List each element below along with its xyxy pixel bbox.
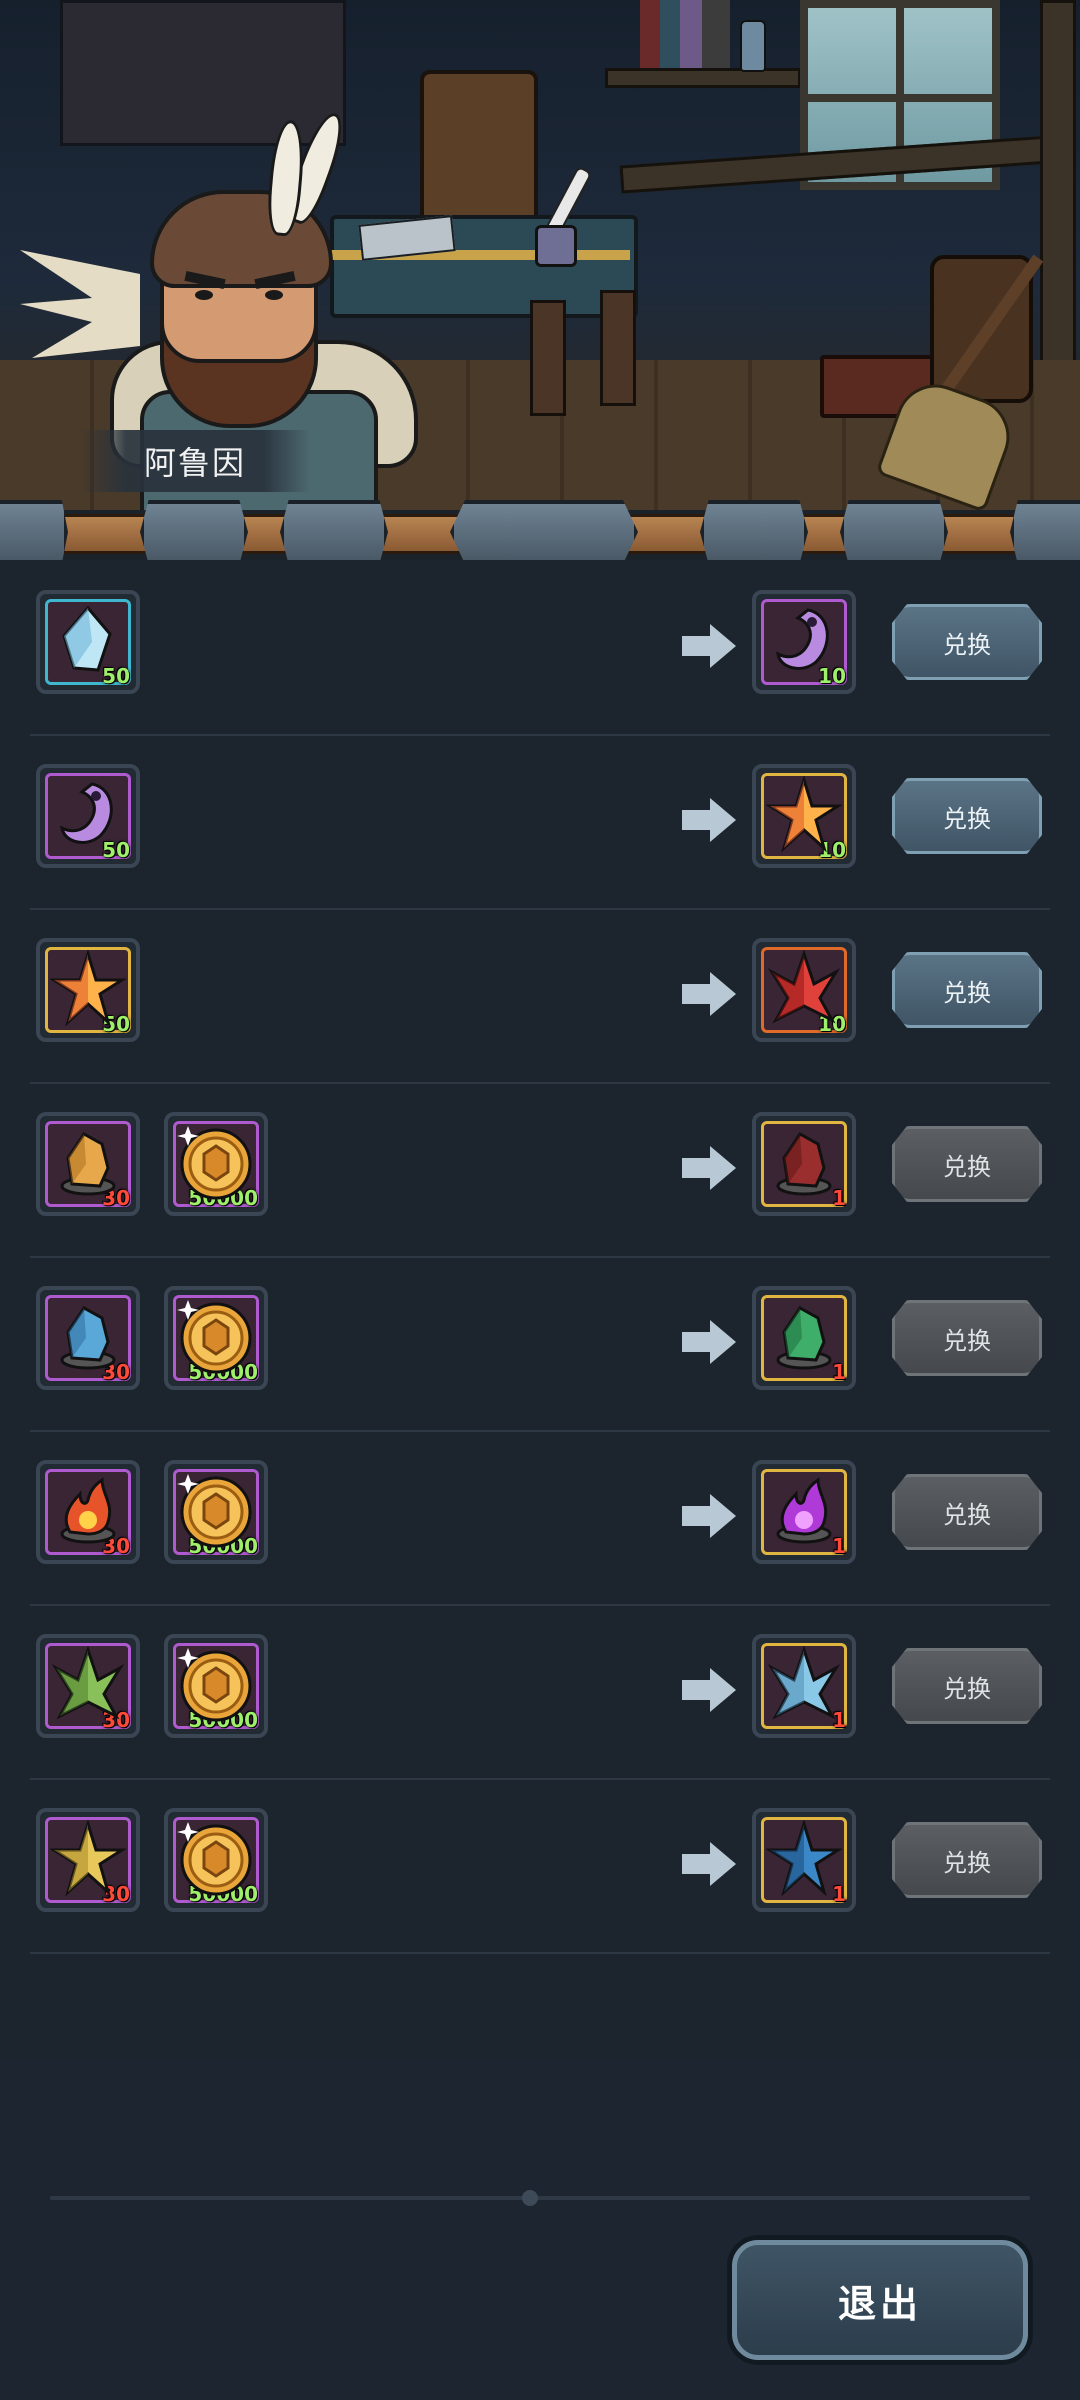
blue-ore-icon: [50, 1298, 126, 1378]
gold-crystal-icon: [764, 774, 844, 856]
desk-leg: [600, 290, 636, 406]
purple-crystal-slot[interactable]: 10: [752, 590, 856, 694]
violet-fire-ore-slot[interactable]: 1: [752, 1460, 856, 1564]
gold-crystal-slot[interactable]: 50: [36, 938, 140, 1042]
violet-fire-ore-icon: [766, 1472, 842, 1552]
gold-crystal-slot[interactable]: 10: [752, 764, 856, 868]
gold-coin-slot[interactable]: 50000: [164, 1808, 268, 1912]
exchange-row: 3050000 1 兑换: [30, 1604, 1050, 1780]
yellow-star-ore-icon: [48, 1818, 128, 1900]
arrow-right-icon: [680, 1144, 738, 1196]
purple-crystal-slot[interactable]: 50: [36, 764, 140, 868]
purple-crystal-icon: [52, 778, 124, 854]
exchange-button[interactable]: 兑换: [892, 1474, 1042, 1550]
fire-ore-slot[interactable]: 30: [36, 1460, 140, 1564]
exchange-row: 50 10 兑换: [30, 908, 1050, 1084]
exchange-button[interactable]: 兑换: [892, 1822, 1042, 1898]
gold-coin-slot[interactable]: 50000: [164, 1286, 268, 1390]
fire-ore-icon: [50, 1472, 126, 1552]
ice-shard-ore-slot[interactable]: 1: [752, 1634, 856, 1738]
npc-scene: 阿鲁因: [0, 0, 1080, 510]
red-crystal-slot[interactable]: 10: [752, 938, 856, 1042]
desk-leg: [530, 300, 566, 416]
exchange-button[interactable]: 兑换: [892, 952, 1042, 1028]
gold-crystal-icon: [48, 948, 128, 1030]
arrow-right-icon: [680, 796, 738, 848]
wall-shelf: [605, 68, 801, 88]
purple-crystal-icon: [768, 604, 840, 680]
exchange-button[interactable]: 兑换: [892, 1648, 1042, 1724]
gold-coin-icon: [174, 1816, 258, 1904]
arrow-right-icon: [680, 1666, 738, 1718]
exchange-row: 3050000 1 兑换: [30, 1082, 1050, 1258]
gold-coin-slot[interactable]: 50000: [164, 1460, 268, 1564]
gold-coin-icon: [174, 1642, 258, 1730]
blue-ore-slot[interactable]: 30: [36, 1286, 140, 1390]
exchange-row: 3050000 1 兑换: [30, 1256, 1050, 1432]
green-shard-ore-slot[interactable]: 30: [36, 1634, 140, 1738]
arrow-right-icon: [680, 970, 738, 1022]
arrow-right-icon: [680, 1840, 738, 1892]
exchange-row: 3050000 1 兑换: [30, 1430, 1050, 1606]
chair: [420, 70, 538, 238]
scrollbar-track[interactable]: [50, 2196, 1030, 2200]
npc-name-plate: 阿鲁因: [80, 430, 310, 492]
exchange-row: 3050000 1 兑换: [30, 1778, 1050, 1954]
blue-star-ore-slot[interactable]: 1: [752, 1808, 856, 1912]
exit-button[interactable]: 退出: [732, 2240, 1028, 2360]
green-shard-ore-icon: [50, 1645, 126, 1726]
yellow-star-ore-slot[interactable]: 30: [36, 1808, 140, 1912]
blue-star-ore-icon: [764, 1818, 844, 1900]
crimson-ore-slot[interactable]: 1: [752, 1112, 856, 1216]
amber-ore-icon: [50, 1124, 126, 1204]
arrow-right-icon: [680, 1318, 738, 1370]
exchange-button[interactable]: 兑换: [892, 1126, 1042, 1202]
green-ore-slot[interactable]: 1: [752, 1286, 856, 1390]
red-crystal-icon: [766, 949, 842, 1030]
gold-coin-slot[interactable]: 50000: [164, 1112, 268, 1216]
scrollbar-thumb[interactable]: [522, 2190, 538, 2206]
inkpot-icon: [535, 225, 577, 267]
gold-coin-icon: [174, 1120, 258, 1208]
green-ore-icon: [766, 1298, 842, 1378]
exchange-button[interactable]: 兑换: [892, 1300, 1042, 1376]
exchange-row: 50 10 兑换: [30, 560, 1050, 736]
exchange-button[interactable]: 兑换: [892, 778, 1042, 854]
blue-crystal-slot[interactable]: 50: [36, 590, 140, 694]
arrow-right-icon: [680, 1492, 738, 1544]
gold-coin-icon: [174, 1468, 258, 1556]
amber-ore-slot[interactable]: 30: [36, 1112, 140, 1216]
bottle-icon: [740, 20, 766, 72]
bookshelf-books: [640, 0, 730, 70]
blue-crystal-icon: [52, 604, 124, 680]
ice-shard-ore-icon: [766, 1645, 842, 1726]
gold-coin-slot[interactable]: 50000: [164, 1634, 268, 1738]
exchange-button[interactable]: 兑换: [892, 604, 1042, 680]
arrow-right-icon: [680, 622, 738, 674]
exchange-row: 50 10 兑换: [30, 734, 1050, 910]
exchange-list[interactable]: 5010兑换5010兑换5010兑换30500001兑换30500001兑换30…: [0, 560, 1080, 2060]
section-divider: [0, 500, 1080, 564]
gold-coin-icon: [174, 1294, 258, 1382]
crimson-ore-icon: [766, 1124, 842, 1204]
